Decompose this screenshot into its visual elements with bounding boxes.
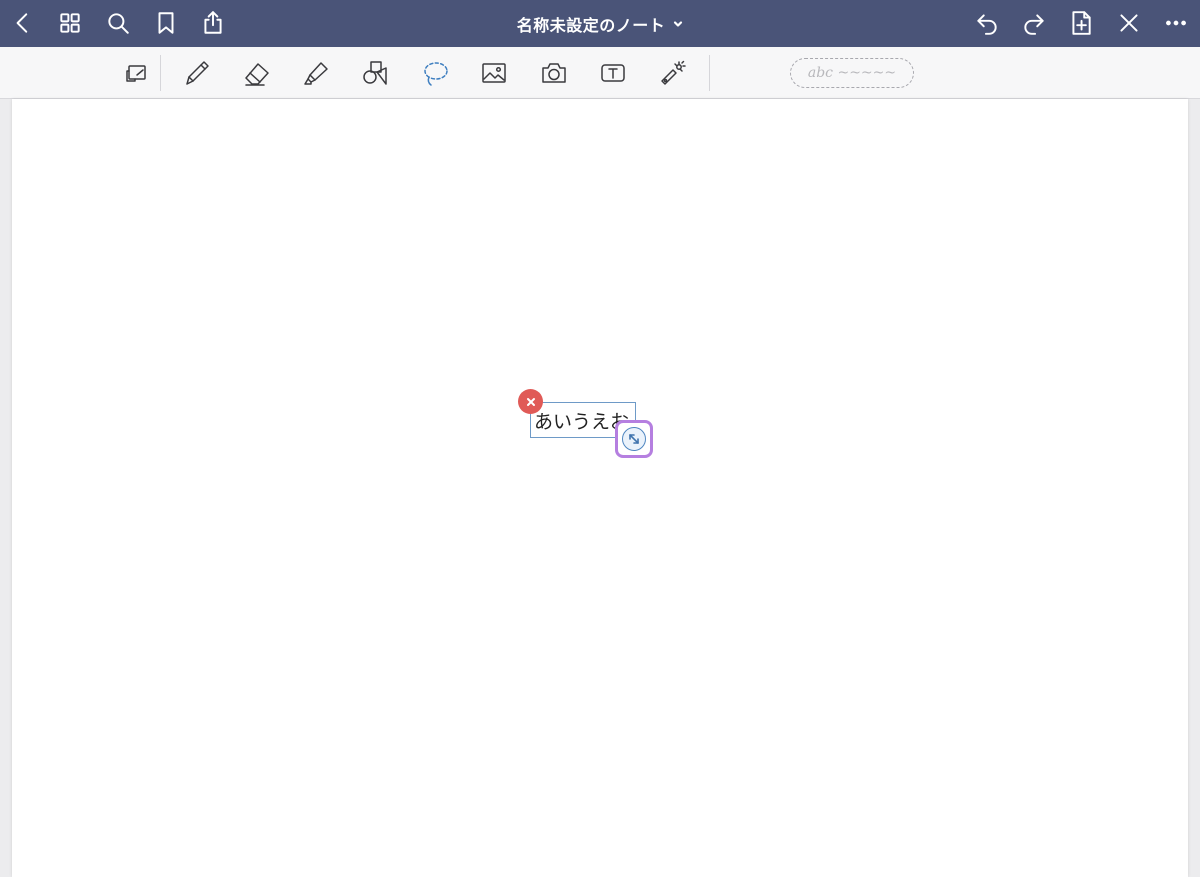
back-icon[interactable] — [8, 8, 38, 38]
note-title-dropdown[interactable]: 名称未設定のノート — [517, 12, 684, 36]
pen-icon[interactable] — [179, 56, 215, 90]
bookmark-icon[interactable] — [151, 8, 181, 38]
navigation-bar: 名称未設定のノート — [0, 0, 1200, 47]
undo-icon[interactable] — [972, 8, 1002, 38]
share-icon[interactable] — [198, 8, 228, 38]
image-icon[interactable] — [476, 56, 512, 90]
handwriting-placeholder: abc ~~~~~ — [807, 65, 897, 81]
text-box-icon[interactable] — [595, 56, 631, 90]
lasso-icon[interactable] — [417, 56, 453, 90]
eraser-icon[interactable] — [239, 56, 275, 90]
chevron-down-icon — [673, 14, 683, 33]
search-icon[interactable] — [103, 8, 133, 38]
toolbar-divider — [160, 55, 161, 91]
highlighter-icon[interactable] — [298, 56, 334, 90]
laser-pointer-icon[interactable] — [654, 56, 690, 90]
note-page[interactable] — [12, 99, 1188, 877]
shapes-icon[interactable] — [357, 56, 393, 90]
delete-text-box-button[interactable] — [518, 389, 543, 414]
note-title: 名称未設定のノート — [516, 15, 666, 35]
handwriting-input-button[interactable]: abc ~~~~~ — [790, 58, 914, 88]
close-pen-icon[interactable] — [1114, 8, 1144, 38]
page-zoom-icon[interactable] — [118, 56, 154, 90]
resize-handle[interactable] — [615, 420, 653, 458]
toolbar-divider — [709, 55, 710, 91]
redo-icon[interactable] — [1019, 8, 1049, 38]
close-icon — [526, 397, 535, 406]
tool-bar — [0, 47, 1200, 115]
camera-icon[interactable] — [536, 56, 572, 90]
add-page-icon[interactable] — [1066, 8, 1096, 38]
more-icon[interactable] — [1161, 8, 1191, 38]
resize-arrows-icon — [629, 434, 639, 444]
thumbnail-grid-icon[interactable] — [55, 8, 85, 38]
